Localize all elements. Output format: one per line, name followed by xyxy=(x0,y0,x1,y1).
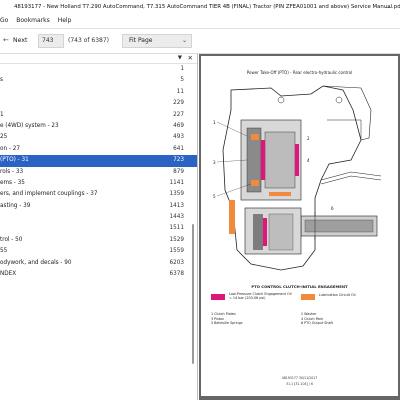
bookmark-label: (PTO) - 31 xyxy=(0,157,29,164)
bookmark-label: 1 xyxy=(0,111,4,118)
bookmark-label: asting - 39 xyxy=(0,202,31,209)
bookmark-item[interactable]: ers, and implement couplings - 37 1359 xyxy=(0,189,197,200)
bookmark-item[interactable]: ems - 35 1141 xyxy=(0,178,197,189)
bookmark-page-number: 1141 xyxy=(169,179,184,186)
parts-list-right: 2 Washer 4 Clutch Pack 6 PTO Output Shaf… xyxy=(301,312,333,326)
minimize-button[interactable]: — xyxy=(385,0,392,14)
svg-text:3: 3 xyxy=(213,160,216,165)
bookmark-item[interactable]: asting - 39 1413 xyxy=(0,201,197,212)
bookmark-page-number: 11 xyxy=(176,88,184,95)
bookmark-label: 55 xyxy=(0,248,8,255)
bookmark-page-number: 1559 xyxy=(169,248,184,255)
bookmark-page-number: 493 xyxy=(173,134,184,141)
next-page-button[interactable]: Next xyxy=(13,37,27,44)
page-footer-code: 48193177 30/11/2017 xyxy=(281,376,318,380)
menu-bar: Go Bookmarks Help xyxy=(0,14,400,28)
bookmark-page-number: 227 xyxy=(173,111,184,118)
diagram-caption: PTO CONTROL CLUTCH-INITIAL ENGAGEMENT xyxy=(251,284,348,289)
scrollbar-thumb[interactable] xyxy=(192,224,194,364)
bookmark-item[interactable]: 1443 xyxy=(0,212,197,223)
svg-text:6: 6 xyxy=(331,206,334,211)
window-title: 48193177 - New Holland T7.290 AutoComman… xyxy=(14,4,400,10)
pto-clutch-diagram: 135 246 xyxy=(213,85,382,271)
bookmark-page-number: 229 xyxy=(173,100,184,107)
bookmark-list: 1 s 5 11 229 1 227 e (4WD) system - 23 469 25 493 o… xyxy=(0,64,197,280)
part-item: 6 PTO Output Shaft xyxy=(301,321,333,326)
chevron-down-icon: ⌄ xyxy=(181,37,187,44)
bookmark-label: 25 xyxy=(0,134,8,141)
previous-page-button[interactable]: ← xyxy=(3,36,9,44)
page-count: (743 of 6387) xyxy=(68,37,110,44)
document-viewer[interactable]: Power Take-Off (PTO) - Rear electro-hydr… xyxy=(199,54,400,400)
bookmark-item[interactable]: on - 27 641 xyxy=(0,144,197,155)
bookmark-page-number: 1443 xyxy=(169,214,184,221)
legend-lubrication-oil: Lubrication Circuit Oil xyxy=(319,293,356,297)
bookmark-page-number: 1 xyxy=(180,66,184,72)
bookmarks-sidebar: ▼ ✕ 1 s 5 11 229 1 227 e (4WD) system - 23 469 25… xyxy=(0,54,198,400)
bookmark-item[interactable]: NDEX 6378 xyxy=(0,269,197,280)
bookmark-item[interactable]: 55 1559 xyxy=(0,246,197,257)
bookmark-item[interactable]: rols - 33 879 xyxy=(0,167,197,178)
sidebar-scrollbar[interactable] xyxy=(189,64,197,400)
bookmark-item[interactable]: 25 493 xyxy=(0,132,197,143)
bookmark-label: e (4WD) system - 23 xyxy=(0,122,59,129)
page-title: Power Take-Off (PTO) - Rear electro-hydr… xyxy=(246,70,353,75)
legend-swatch-lubrication xyxy=(301,294,315,300)
close-icon[interactable]: ✕ xyxy=(188,54,193,62)
chevron-down-icon[interactable]: ▼ xyxy=(178,55,182,61)
bookmark-label: on - 27 xyxy=(0,145,20,152)
zoom-select[interactable]: Fit Page ⌄ xyxy=(122,34,192,48)
bookmark-page-number: 1511 xyxy=(169,225,184,232)
svg-text:5: 5 xyxy=(213,194,216,199)
bookmark-page-number: 469 xyxy=(173,122,184,129)
bookmark-page-number: 641 xyxy=(173,145,184,152)
part-item: 5 Belleville Springs xyxy=(211,321,243,326)
svg-text:1: 1 xyxy=(213,120,216,125)
page-footer-number: 31.1 [31.104] / 6 xyxy=(286,382,313,386)
legend-engagement-oil: Low-Pressure Clutch Engagement Oil = 14 … xyxy=(229,292,292,301)
legend-swatch-engagement xyxy=(211,294,225,300)
bookmark-page-number: 1359 xyxy=(169,191,184,198)
bookmark-label: ems - 35 xyxy=(0,179,25,186)
bookmark-label: ers, and implement couplings - 37 xyxy=(0,191,98,198)
bookmark-label: s xyxy=(0,77,3,84)
bookmark-page-number: 879 xyxy=(173,168,184,175)
bookmark-item[interactable]: odywork, and decals - 90 6203 xyxy=(0,258,197,269)
bookmark-label: NDEX xyxy=(0,271,17,278)
arrow-left-icon: ← xyxy=(3,36,9,44)
bookmark-item[interactable]: e (4WD) system - 23 469 xyxy=(0,121,197,132)
bookmark-page-number: 5 xyxy=(180,77,184,84)
bookmark-label: rols - 33 xyxy=(0,168,24,175)
menu-bookmarks[interactable]: Bookmarks xyxy=(16,14,50,28)
bookmark-item[interactable]: 1511 xyxy=(0,223,197,234)
zoom-value: Fit Page xyxy=(129,37,153,44)
sidebar-header: ▼ ✕ xyxy=(0,54,197,64)
parts-list-left: 1 Clutch Plates 3 Piston 5 Belleville Sp… xyxy=(211,312,242,326)
window-titlebar: 48193177 - New Holland T7.290 AutoComman… xyxy=(0,0,400,14)
bookmark-item[interactable]: 1 xyxy=(0,64,197,75)
bookmark-page-number: 6203 xyxy=(169,259,184,266)
bookmark-page-number: 723 xyxy=(173,157,184,164)
pdf-page: Power Take-Off (PTO) - Rear electro-hydr… xyxy=(201,56,398,396)
bookmark-item[interactable]: trol - 50 1529 xyxy=(0,235,197,246)
bookmark-item[interactable]: 11 xyxy=(0,87,197,98)
menu-help[interactable]: Help xyxy=(58,14,72,28)
bookmark-page-number: 6378 xyxy=(169,271,184,278)
bookmark-page-number: 1529 xyxy=(169,236,184,243)
bookmark-label: odywork, and decals - 90 xyxy=(0,259,72,266)
bookmark-page-number: 1413 xyxy=(169,202,184,209)
bookmark-item[interactable]: 1 227 xyxy=(0,110,197,121)
bookmark-item[interactable]: 229 xyxy=(0,98,197,109)
bookmark-label: trol - 50 xyxy=(0,236,23,243)
bookmark-item[interactable]: s5 xyxy=(0,75,197,86)
page-number-input[interactable]: 743 xyxy=(38,34,64,48)
toolbar: ← Next 743 (743 of 6387) Fit Page ⌄ xyxy=(0,28,400,54)
menu-go[interactable]: Go xyxy=(0,14,8,28)
bookmark-item[interactable]: (PTO) - 31 723 xyxy=(0,155,197,167)
